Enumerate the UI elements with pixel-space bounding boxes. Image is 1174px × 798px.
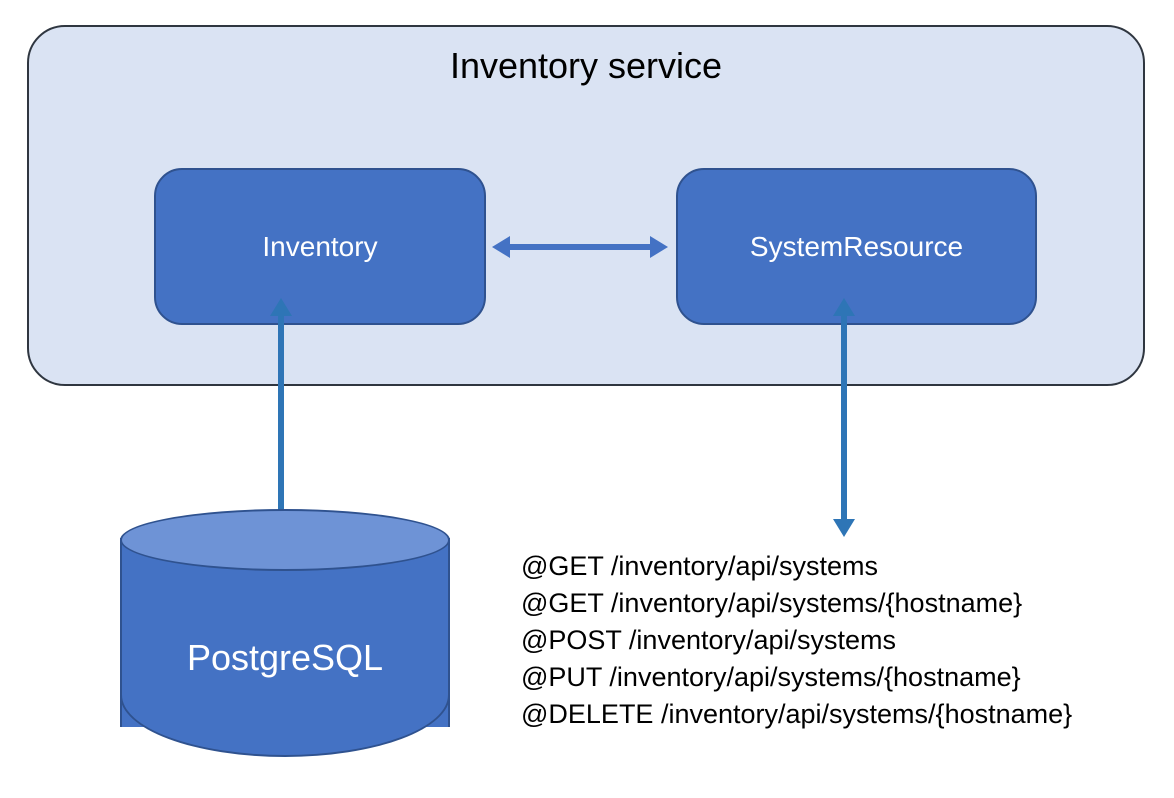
arrow-right-icon xyxy=(650,236,668,258)
arrow-inventory-database xyxy=(270,298,292,537)
systemresource-box-label: SystemResource xyxy=(750,231,963,263)
cylinder-top xyxy=(120,509,450,571)
arrow-systemresource-api xyxy=(833,298,855,537)
inventory-box: Inventory xyxy=(154,168,486,325)
api-endpoint: @GET /inventory/api/systems/{hostname} xyxy=(521,585,1072,622)
api-endpoint: @POST /inventory/api/systems xyxy=(521,622,1072,659)
arrow-line xyxy=(278,312,284,523)
service-container: Inventory service Inventory SystemResour… xyxy=(27,25,1145,386)
database-label: PostgreSQL xyxy=(120,637,450,679)
arrow-line xyxy=(506,244,654,250)
service-title: Inventory service xyxy=(450,45,722,87)
cylinder-bottom xyxy=(120,695,450,757)
api-endpoint: @PUT /inventory/api/systems/{hostname} xyxy=(521,659,1072,696)
arrow-down-icon xyxy=(833,519,855,537)
systemresource-box: SystemResource xyxy=(676,168,1037,325)
api-endpoint: @DELETE /inventory/api/systems/{hostname… xyxy=(521,696,1072,733)
arrow-line xyxy=(841,312,847,523)
inventory-box-label: Inventory xyxy=(262,231,377,263)
api-endpoint-list: @GET /inventory/api/systems @GET /invent… xyxy=(521,548,1072,733)
api-endpoint: @GET /inventory/api/systems xyxy=(521,548,1072,585)
arrow-inventory-systemresource xyxy=(492,236,668,258)
database-cylinder: PostgreSQL xyxy=(120,509,450,749)
